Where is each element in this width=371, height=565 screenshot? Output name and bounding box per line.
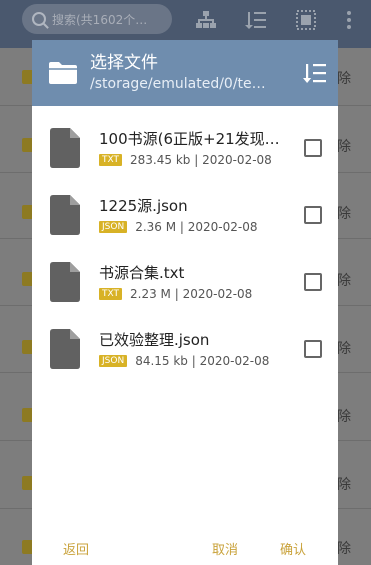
file-checkbox[interactable] [304, 205, 322, 224]
file-checkbox[interactable] [304, 339, 322, 358]
background-delete-label: 除 [337, 541, 351, 557]
meta-separator: | [190, 152, 203, 167]
dialog-title: 选择文件 [90, 53, 158, 73]
file-size: 283.45 kb [130, 152, 191, 167]
file-icon [50, 194, 80, 235]
sort-icon[interactable] [302, 60, 328, 86]
list-item[interactable]: 书源合集.txt TXT 2.23 M | 2020-02-08 [32, 248, 338, 315]
meta-separator: | [170, 286, 183, 301]
background-search-placeholder: 搜索(共1602个… [52, 12, 148, 27]
file-icon [50, 127, 80, 168]
file-meta: JSON 84.15 kb | 2020-02-08 [99, 354, 304, 368]
file-list: 100书源(6正版+21发现… TXT 283.45 kb | 2020-02-… [32, 106, 338, 382]
folder-icon [48, 61, 78, 85]
file-icon [50, 261, 80, 302]
file-info: 1225源.json JSON 2.36 M | 2020-02-08 [99, 196, 304, 234]
file-info: 书源合集.txt TXT 2.23 M | 2020-02-08 [99, 263, 304, 301]
file-type-badge: JSON [99, 220, 128, 233]
file-name: 1225源.json [99, 196, 188, 215]
cancel-button[interactable]: 取消 [212, 539, 238, 558]
dialog-footer: 返回 取消 确认 [32, 535, 338, 565]
dialog-header-text: 选择文件 /storage/emulated/0/te… [90, 52, 298, 94]
background-delete-label: 除 [337, 477, 351, 493]
file-date: 2020-02-08 [199, 353, 270, 368]
background-delete-label: 除 [337, 409, 351, 425]
file-size: 2.36 M [135, 219, 177, 234]
file-name: 已效验整理.json [99, 330, 210, 349]
background-delete-label: 除 [337, 206, 351, 222]
file-meta: JSON 2.36 M | 2020-02-08 [99, 220, 304, 234]
background-delete-label: 除 [337, 139, 351, 155]
file-name: 100书源(6正版+21发现… [99, 129, 280, 148]
hierarchy-icon [195, 10, 217, 30]
meta-separator: | [187, 353, 200, 368]
list-item[interactable]: 100书源(6正版+21发现… TXT 283.45 kb | 2020-02-… [32, 114, 338, 181]
select-all-icon [295, 10, 317, 30]
list-item[interactable]: 1225源.json JSON 2.36 M | 2020-02-08 [32, 181, 338, 248]
file-picker-dialog: 选择文件 /storage/emulated/0/te… 100书源(6正版+2… [32, 40, 338, 565]
file-size: 84.15 kb [135, 353, 188, 368]
background-delete-label: 除 [337, 273, 351, 289]
sort-icon [245, 10, 267, 30]
file-checkbox[interactable] [304, 272, 322, 291]
file-meta: TXT 283.45 kb | 2020-02-08 [99, 153, 304, 167]
current-path[interactable]: /storage/emulated/0/te… [90, 74, 280, 94]
file-name: 书源合集.txt [99, 263, 185, 282]
background-search-field: 搜索(共1602个… [22, 4, 172, 34]
file-date: 2020-02-08 [187, 219, 258, 234]
file-info: 已效验整理.json JSON 84.15 kb | 2020-02-08 [99, 330, 304, 368]
file-size: 2.23 M [130, 286, 171, 301]
file-info: 100书源(6正版+21发现… TXT 283.45 kb | 2020-02-… [99, 129, 304, 167]
meta-separator: | [176, 219, 188, 234]
file-date: 2020-02-08 [202, 152, 272, 167]
list-item[interactable]: 已效验整理.json JSON 84.15 kb | 2020-02-08 [32, 315, 338, 382]
dialog-header: 选择文件 /storage/emulated/0/te… [32, 40, 338, 106]
file-checkbox[interactable] [304, 138, 322, 157]
search-icon [32, 12, 46, 26]
file-type-badge: JSON [99, 354, 128, 367]
file-date: 2020-02-08 [182, 286, 253, 301]
file-type-badge: TXT [99, 287, 123, 300]
file-icon [50, 328, 80, 369]
more-icon [338, 10, 360, 30]
background-delete-label: 除 [337, 341, 351, 357]
file-meta: TXT 2.23 M | 2020-02-08 [99, 287, 304, 301]
file-type-badge: TXT [99, 153, 123, 166]
confirm-button[interactable]: 确认 [280, 539, 306, 558]
back-button[interactable]: 返回 [63, 539, 89, 558]
background-delete-label: 除 [337, 71, 351, 87]
